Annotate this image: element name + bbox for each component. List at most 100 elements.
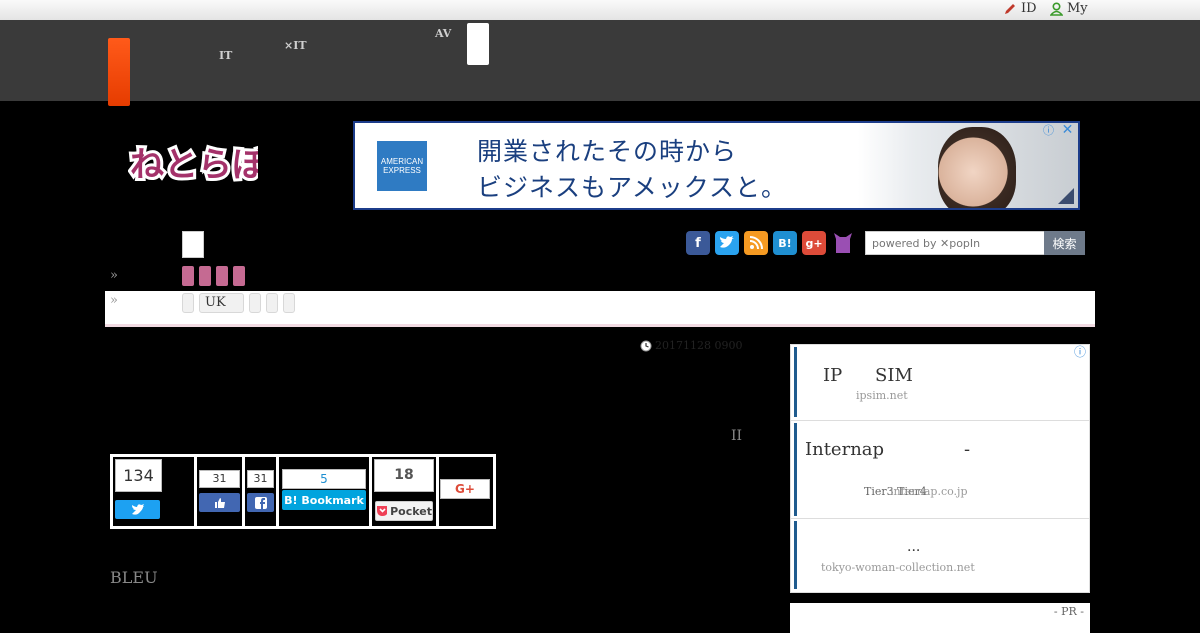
- ad-info-icon[interactable]: ⓘ: [1041, 123, 1056, 138]
- like-count: 31: [199, 470, 240, 488]
- search-button[interactable]: 検索: [1044, 231, 1085, 255]
- pr-label: - PR -: [1053, 605, 1084, 618]
- nav-item-2[interactable]: ᅟᅟᅟ ×IT: [284, 29, 314, 51]
- my-link[interactable]: My: [1050, 1, 1088, 16]
- hatena-share[interactable]: 5 B! Bookmark: [279, 457, 369, 526]
- subnav-arrow: »: [110, 293, 118, 308]
- id-link[interactable]: ID: [1003, 1, 1037, 16]
- facebook-like[interactable]: 31: [197, 457, 242, 526]
- article-side-mark: II: [731, 428, 743, 444]
- nav-search-box[interactable]: [467, 23, 489, 65]
- category-tag-3[interactable]: [216, 266, 228, 286]
- sub-navigation: » UK: [105, 291, 1095, 327]
- twitter-icon[interactable]: [715, 231, 739, 255]
- gplus-button[interactable]: G+: [440, 479, 490, 499]
- ad-person-image: [938, 127, 1016, 208]
- article-subheading: BLEU: [110, 568, 158, 587]
- rss-glyph-icon: [749, 236, 763, 250]
- pocket-share[interactable]: 18 Pocket: [372, 457, 436, 526]
- netorabo-logo: ねとらぼ ねとらぼ: [127, 142, 270, 188]
- nav-item-3[interactable]: AV ᅟᅟ: [435, 28, 455, 50]
- subnav-tab-4[interactable]: [266, 293, 278, 313]
- fb-share-count: 31: [247, 470, 274, 488]
- user-icon: [1050, 1, 1063, 16]
- sidebar-ad-title: IP: [823, 365, 843, 386]
- id-link-label: ID: [1021, 1, 1037, 16]
- ad-corner-icon: [1058, 188, 1074, 204]
- sidebar-ad-title-2: -: [964, 439, 971, 460]
- sidebar-ad-url: internap.co.jp: [890, 485, 968, 498]
- google-plus-icon[interactable]: g+: [802, 231, 826, 255]
- hatena-bookmark-button[interactable]: B! Bookmark: [282, 490, 366, 510]
- amex-logo-line1: AMERICAN: [380, 157, 424, 166]
- twitter-bird-icon: [720, 236, 734, 248]
- amex-logo: AMERICAN EXPRESS: [377, 141, 427, 191]
- sidebar-ad-tokyo-woman[interactable]: ... tokyo-woman-collection.net: [794, 521, 1089, 589]
- site-search: 検索: [865, 231, 1085, 255]
- sidebar-ad-ipsim[interactable]: IP SIM ipsim.net: [794, 347, 1089, 417]
- subnav-tab-5[interactable]: [283, 293, 295, 313]
- fb-share-button[interactable]: [247, 493, 274, 512]
- subnav-tab-uk-label: UK: [205, 295, 226, 310]
- subnav-tab-1[interactable]: [182, 293, 194, 313]
- sidebar-ad-title-2: SIM: [875, 365, 913, 386]
- pocket-button[interactable]: Pocket: [375, 501, 433, 521]
- facebook-share[interactable]: 31: [245, 457, 276, 526]
- twitter-count: 134: [115, 459, 162, 492]
- sidebar-ad-title: Internap: [805, 439, 885, 460]
- article-date: 20171128 0900: [640, 339, 742, 352]
- hatena-count: 5: [282, 469, 366, 489]
- sidebar-ad-block: ⓘ IP SIM ipsim.net Internap - Tier3 Tier…: [790, 344, 1090, 593]
- amex-logo-line2: EXPRESS: [383, 166, 421, 175]
- sidebar-ad-url: tokyo-woman-collection.net: [821, 561, 975, 574]
- top-utility-bar: ID My: [0, 0, 1200, 20]
- nav-item-2-line2: ×IT: [284, 39, 307, 52]
- ad-headline-2: ビジネスもアメックスと。: [477, 173, 788, 202]
- breadcrumb-arrow: »: [110, 268, 118, 283]
- ad-headline-1: 開業されたその時から: [477, 137, 738, 166]
- site-logo[interactable]: ねとらぼ ねとらぼ: [127, 138, 270, 192]
- subnav-tab-uk[interactable]: UK: [199, 293, 244, 313]
- nav-item-3-line2: ᅟᅟ: [435, 38, 456, 51]
- rss-icon[interactable]: [744, 231, 768, 255]
- ad-close-icon[interactable]: ✕: [1060, 123, 1075, 138]
- article-date-text: 20171128 0900: [655, 339, 743, 352]
- nav-item-1-line1: ᅟᅟ: [219, 28, 240, 41]
- pocket-count: 18: [374, 459, 434, 492]
- logo-text: ねとらぼ: [130, 145, 258, 185]
- cat-icon[interactable]: [831, 231, 855, 255]
- my-link-label: My: [1067, 1, 1088, 16]
- sidebar-ad-title: ...: [907, 539, 921, 555]
- category-tag-1[interactable]: [182, 266, 194, 286]
- hatena-bookmark-icon[interactable]: B!: [773, 231, 797, 255]
- nav-accent-tab[interactable]: [108, 38, 130, 106]
- tweet-button[interactable]: [115, 500, 160, 519]
- google-plus-share[interactable]: G+: [439, 457, 493, 526]
- category-tag-2[interactable]: [199, 266, 211, 286]
- thumbs-up-icon: [214, 497, 225, 508]
- sidebar-ad-internap[interactable]: Internap - Tier3 Tier4 internap.co.jp: [794, 423, 1089, 516]
- nav-item-1-line2: IT: [219, 49, 233, 62]
- twitter-bird-icon: [131, 503, 144, 515]
- sidebar-ad-url: ipsim.net: [856, 389, 908, 402]
- facebook-icon[interactable]: f: [686, 231, 710, 255]
- twitter-share[interactable]: 134: [113, 457, 194, 526]
- facebook-icon: [254, 496, 267, 509]
- site-nav: ᅟᅟ IT ᅟᅟᅟ ×IT AV ᅟᅟ: [0, 20, 1200, 106]
- pocket-icon: [377, 506, 388, 516]
- nav-item-1[interactable]: ᅟᅟ IT: [219, 29, 239, 61]
- sidebar-divider: [791, 518, 1089, 519]
- clock-icon: [640, 340, 652, 351]
- sidebar-divider: [791, 420, 1089, 421]
- category-tag-4[interactable]: [233, 266, 245, 286]
- share-bar: 134 31 31 5 B! Bookmark 18 Pocket G+: [110, 454, 496, 529]
- cat-glyph-icon: [834, 233, 852, 253]
- category-box[interactable]: [182, 231, 204, 258]
- pr-block: - PR -: [790, 603, 1090, 633]
- search-input[interactable]: [865, 231, 1050, 255]
- like-button[interactable]: [199, 493, 240, 512]
- pencil-icon: [1005, 3, 1015, 14]
- subnav-tab-3[interactable]: [249, 293, 261, 313]
- banner-ad[interactable]: AMERICAN EXPRESS 開業されたその時から ビジネスもアメックスと。…: [353, 121, 1080, 210]
- pocket-label: Pocket: [390, 504, 432, 518]
